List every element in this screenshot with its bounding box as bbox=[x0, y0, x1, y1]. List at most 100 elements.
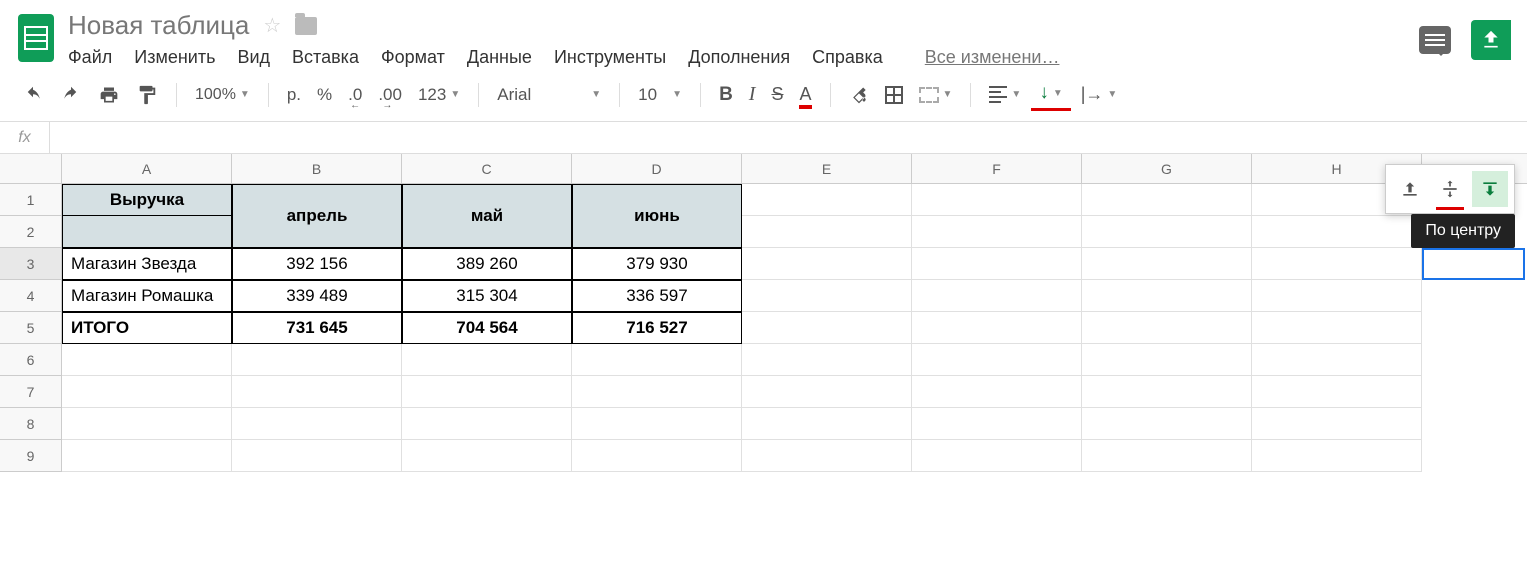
cell-e5[interactable] bbox=[742, 312, 912, 344]
row-header-5[interactable]: 5 bbox=[0, 312, 62, 344]
column-header-d[interactable]: D bbox=[572, 154, 742, 183]
cell-b8[interactable] bbox=[232, 408, 402, 440]
changes-link[interactable]: Все изменени… bbox=[925, 47, 1060, 68]
comments-icon[interactable] bbox=[1419, 26, 1451, 54]
cell-h3[interactable] bbox=[1252, 248, 1422, 280]
formula-input[interactable] bbox=[50, 122, 1527, 153]
cell-f2[interactable] bbox=[912, 216, 1082, 248]
cell-c8[interactable] bbox=[402, 408, 572, 440]
cell-e6[interactable] bbox=[742, 344, 912, 376]
row-header-9[interactable]: 9 bbox=[0, 440, 62, 472]
column-header-b[interactable]: B bbox=[232, 154, 402, 183]
bold-button[interactable]: B bbox=[713, 80, 739, 110]
cell-e2[interactable] bbox=[742, 216, 912, 248]
cell-a6[interactable] bbox=[62, 344, 232, 376]
cell-h6[interactable] bbox=[1252, 344, 1422, 376]
cell-e9[interactable] bbox=[742, 440, 912, 472]
valign-middle-option[interactable] bbox=[1432, 171, 1468, 207]
menu-tools[interactable]: Инструменты bbox=[554, 47, 666, 68]
cell-b5[interactable]: 731 645 bbox=[232, 312, 402, 344]
row-header-2[interactable]: 2 bbox=[0, 216, 62, 248]
menu-format[interactable]: Формат bbox=[381, 47, 445, 68]
cell-f1[interactable] bbox=[912, 184, 1082, 216]
valign-top-option[interactable] bbox=[1392, 171, 1428, 207]
document-title[interactable]: Новая таблица bbox=[68, 10, 249, 41]
row-header-8[interactable]: 8 bbox=[0, 408, 62, 440]
star-icon[interactable]: ☆ bbox=[263, 13, 281, 38]
redo-button[interactable] bbox=[54, 82, 88, 108]
column-header-e[interactable]: E bbox=[742, 154, 912, 183]
cell-h9[interactable] bbox=[1252, 440, 1422, 472]
cell-g6[interactable] bbox=[1082, 344, 1252, 376]
row-header-7[interactable]: 7 bbox=[0, 376, 62, 408]
percent-button[interactable]: % bbox=[311, 81, 338, 109]
cell-b6[interactable] bbox=[232, 344, 402, 376]
cell-e8[interactable] bbox=[742, 408, 912, 440]
cell-f9[interactable] bbox=[912, 440, 1082, 472]
cell-c1-c2[interactable]: май bbox=[402, 184, 572, 248]
cell-d9[interactable] bbox=[572, 440, 742, 472]
cell-d6[interactable] bbox=[572, 344, 742, 376]
cell-f4[interactable] bbox=[912, 280, 1082, 312]
italic-button[interactable]: I bbox=[743, 79, 762, 110]
cell-g1[interactable] bbox=[1082, 184, 1252, 216]
cell-c5[interactable]: 704 564 bbox=[402, 312, 572, 344]
cell-h4[interactable] bbox=[1252, 280, 1422, 312]
cell-e1[interactable] bbox=[742, 184, 912, 216]
menu-file[interactable]: Файл bbox=[68, 47, 112, 68]
menu-insert[interactable]: Вставка bbox=[292, 47, 359, 68]
cell-h2[interactable] bbox=[1252, 216, 1422, 248]
cell-b3[interactable]: 392 156 bbox=[232, 248, 402, 280]
cell-d4[interactable]: 336 597 bbox=[572, 280, 742, 312]
merge-cells-dropdown[interactable]: ▼ bbox=[913, 83, 959, 107]
cell-h7[interactable] bbox=[1252, 376, 1422, 408]
cell-b1-b2[interactable]: апрель bbox=[232, 184, 402, 248]
cell-c7[interactable] bbox=[402, 376, 572, 408]
cell-d5[interactable]: 716 527 bbox=[572, 312, 742, 344]
cell-g3[interactable] bbox=[1082, 248, 1252, 280]
cell-b9[interactable] bbox=[232, 440, 402, 472]
cell-f7[interactable] bbox=[912, 376, 1082, 408]
strikethrough-button[interactable]: S bbox=[765, 80, 789, 109]
cell-b7[interactable] bbox=[232, 376, 402, 408]
cell-g4[interactable] bbox=[1082, 280, 1252, 312]
cell-a7[interactable] bbox=[62, 376, 232, 408]
vertical-align-dropdown[interactable]: ↓▼ bbox=[1031, 78, 1070, 111]
decrease-decimal-button[interactable]: .0← bbox=[342, 81, 368, 109]
cell-c4[interactable]: 315 304 bbox=[402, 280, 572, 312]
select-all-corner[interactable] bbox=[0, 154, 62, 183]
zoom-dropdown[interactable]: 100%▼ bbox=[189, 82, 256, 108]
cell-a2[interactable] bbox=[62, 216, 232, 248]
row-header-3[interactable]: 3 bbox=[0, 248, 62, 280]
menu-view[interactable]: Вид bbox=[237, 47, 270, 68]
cell-b4[interactable]: 339 489 bbox=[232, 280, 402, 312]
cell-e4[interactable] bbox=[742, 280, 912, 312]
column-header-f[interactable]: F bbox=[912, 154, 1082, 183]
horizontal-align-dropdown[interactable]: ▼ bbox=[983, 82, 1027, 107]
borders-button[interactable] bbox=[879, 82, 909, 108]
cell-g2[interactable] bbox=[1082, 216, 1252, 248]
menu-edit[interactable]: Изменить bbox=[134, 47, 215, 68]
valign-bottom-option[interactable] bbox=[1472, 171, 1508, 207]
increase-decimal-button[interactable]: .00→ bbox=[372, 81, 408, 109]
cell-g8[interactable] bbox=[1082, 408, 1252, 440]
cell-c3[interactable]: 389 260 bbox=[402, 248, 572, 280]
cell-e3[interactable] bbox=[742, 248, 912, 280]
cell-f3[interactable] bbox=[912, 248, 1082, 280]
row-header-6[interactable]: 6 bbox=[0, 344, 62, 376]
font-family-dropdown[interactable]: Arial▼ bbox=[491, 81, 607, 109]
fill-color-button[interactable] bbox=[843, 81, 875, 109]
column-header-g[interactable]: G bbox=[1082, 154, 1252, 183]
cell-a5[interactable]: ИТОГО bbox=[62, 312, 232, 344]
cell-h8[interactable] bbox=[1252, 408, 1422, 440]
folder-icon[interactable] bbox=[295, 17, 317, 35]
menu-help[interactable]: Справка bbox=[812, 47, 883, 68]
cell-f5[interactable] bbox=[912, 312, 1082, 344]
cell-d3[interactable]: 379 930 bbox=[572, 248, 742, 280]
text-wrap-dropdown[interactable]: |→▼ bbox=[1075, 80, 1124, 109]
cell-f8[interactable] bbox=[912, 408, 1082, 440]
share-button[interactable] bbox=[1471, 20, 1511, 60]
cell-f6[interactable] bbox=[912, 344, 1082, 376]
number-format-dropdown[interactable]: 123▼ bbox=[412, 81, 466, 109]
currency-button[interactable]: р. bbox=[281, 81, 307, 109]
